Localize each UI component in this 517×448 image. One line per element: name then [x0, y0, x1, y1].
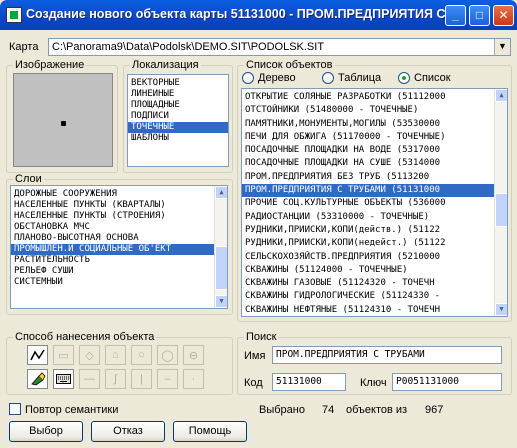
scroll-up-icon[interactable]: ▲ — [215, 186, 227, 199]
localization-item[interactable]: ЛИНЕЙНЫЕ — [128, 89, 228, 100]
circle-tool-icon[interactable]: ○ — [131, 345, 152, 365]
map-label: Карта — [9, 41, 39, 53]
key-label: Ключ — [360, 377, 387, 389]
name-label: Имя — [244, 350, 266, 362]
layers-scrollbar[interactable]: ▲ ▼ — [214, 186, 227, 308]
radio-icon — [242, 72, 254, 84]
keyboard-tool-icon[interactable] — [53, 369, 74, 389]
dot-tool-icon[interactable]: · — [183, 369, 204, 389]
layer-item[interactable]: РЕЛЬЕФ СУШИ — [11, 266, 214, 277]
objects-list[interactable]: ОТКРЫТИЕ СОЛЯНЫЕ РАЗРАБОТКИ (51112000 ОТ… — [241, 88, 508, 317]
localization-item[interactable]: ПЛОЩАДНЫЕ — [128, 100, 228, 111]
select-button[interactable]: Выбор — [9, 421, 83, 442]
total-count: 967 — [425, 404, 444, 416]
vline-tool-icon[interactable]: | — [131, 369, 152, 389]
map-path-value: C:\Panorama9\Data\Podolsk\DEMO.SIT\PODOL… — [52, 41, 325, 53]
maximize-button[interactable]: □ — [469, 5, 490, 26]
object-item[interactable]: ПРОЧИЕ СОЦ.КУЛЬТУРНЫЕ ОБЪЕКТЫ (536000 — [242, 197, 494, 210]
object-item[interactable]: РУДНИКИ,ПРИИСКИ,КОПИ(недейст.) (51122 — [242, 237, 494, 250]
view-tree-label: Дерево — [258, 72, 296, 84]
object-preview — [13, 73, 113, 167]
radio-icon — [322, 72, 334, 84]
layer-item[interactable]: РАСТИТЕЛЬНОСТЬ — [11, 255, 214, 266]
object-item[interactable]: СКВАЖИНЫ ГАЗОВЫЕ (51124320 - ТОЧЕЧН — [242, 277, 494, 290]
chevron-down-icon[interactable]: ▼ — [494, 39, 510, 55]
drawing-method-label: Способ нанесения объекта — [13, 331, 157, 343]
point-symbol-icon — [61, 121, 66, 126]
help-button[interactable]: Помощь — [173, 421, 247, 442]
scroll-down-icon[interactable]: ▼ — [495, 303, 507, 316]
layer-item[interactable]: ДОРОЖНЫЕ СООРУЖЕНИЯ — [11, 189, 214, 200]
close-button[interactable]: ✕ — [493, 5, 514, 26]
template-tool-icon[interactable]: ⊖ — [183, 345, 204, 365]
title-bar[interactable]: Создание нового объекта карты 51131000 -… — [0, 0, 517, 30]
objects-scrollbar[interactable]: ▲ ▼ — [494, 89, 507, 316]
layer-item[interactable]: НАСЕЛЕННЫЕ ПУНКТЫ (КВАРТАЛЫ) — [11, 200, 214, 211]
arrow-tool-icon[interactable]: ⌂ — [105, 345, 126, 365]
object-item[interactable]: ПЕЧИ ДЛЯ ОБЖИГА (51170000 - ТОЧЕЧНЫЕ) — [242, 131, 494, 144]
selected-count: 74 — [322, 404, 335, 416]
localization-item[interactable]: ШАБЛОНЫ — [128, 133, 228, 144]
total-label: объектов из — [346, 404, 408, 416]
code-input[interactable]: 51131000 — [272, 373, 346, 391]
minimize-button[interactable]: _ — [445, 5, 466, 26]
scroll-thumb[interactable] — [495, 193, 507, 227]
curve-tool-icon[interactable]: ∫ — [105, 369, 126, 389]
code-label: Код — [244, 377, 263, 389]
view-table-radio[interactable]: Таблица — [322, 72, 381, 84]
polyline-tool-icon[interactable] — [27, 345, 48, 365]
object-item[interactable]: ПОСАДОЧНЫЕ ПЛОЩАДКИ НА ВОДЕ (5317000 — [242, 144, 494, 157]
localization-item-selected[interactable]: ТОЧЕЧНЫЕ — [128, 122, 228, 133]
search-group-label: Поиск — [244, 331, 279, 343]
localization-list[interactable]: ВЕКТОРНЫЕ ЛИНЕЙНЫЕ ПЛОЩАДНЫЕ ПОДПИСИ ТОЧ… — [127, 74, 229, 167]
localization-group-label: Локализация — [130, 59, 201, 71]
view-tree-radio[interactable]: Дерево — [242, 72, 296, 84]
rhombus-tool-icon[interactable]: ◇ — [79, 345, 100, 365]
dash-tool-icon[interactable]: – — [157, 369, 178, 389]
scroll-thumb[interactable] — [215, 246, 227, 290]
name-input[interactable]: ПРОМ.ПРЕДПРИЯТИЯ С ТРУБАМИ — [272, 346, 502, 364]
selected-label: Выбрано — [259, 404, 305, 416]
object-item[interactable]: ОТКРЫТИЕ СОЛЯНЫЕ РАЗРАБОТКИ (51112000 — [242, 91, 494, 104]
object-item[interactable]: СКВАЖИНЫ ГИДРОЛОГИЧЕСКИЕ (51124330 - — [242, 290, 494, 303]
layer-item[interactable]: ОБСТАНОВКА МЧС — [11, 222, 214, 233]
map-path-combo[interactable]: C:\Panorama9\Data\Podolsk\DEMO.SIT\PODOL… — [48, 38, 511, 56]
app-icon — [6, 7, 22, 23]
window-title: Создание нового объекта карты 51131000 -… — [26, 7, 446, 21]
objects-group-label: Список объектов — [244, 59, 335, 71]
object-item-selected[interactable]: ПРОМ.ПРЕДПРИЯТИЯ С ТРУБАМИ (51131000 — [242, 184, 494, 198]
object-item[interactable]: ПРОМ.ПРЕДПРИЯТИЯ БЕЗ ТРУБ (5113200 — [242, 171, 494, 184]
layer-item-selected[interactable]: ПРОМЫШЛЕН.И СОЦИАЛЬНЫЕ ОБ'ЕКТ — [11, 244, 214, 255]
layer-item[interactable]: НАСЕЛЕННЫЕ ПУНКТЫ (СТРОЕНИЯ) — [11, 211, 214, 222]
view-list-radio[interactable]: Список — [398, 72, 451, 84]
object-item[interactable]: СКВАЖИНЫ (51124000 - ТОЧЕЧНЫЕ) — [242, 264, 494, 277]
view-list-label: Список — [414, 72, 451, 84]
ellipse-tool-icon[interactable]: ◯ — [157, 345, 178, 365]
object-item[interactable]: ПОСАДОЧНЫЕ ПЛОЩАДКИ НА СУШЕ (5314000 — [242, 157, 494, 170]
localization-item[interactable]: ПОДПИСИ — [128, 111, 228, 122]
image-group-label: Изображение — [13, 59, 87, 71]
object-item[interactable]: РАДИОСТАНЦИИ (53310000 - ТОЧЕЧНЫЕ) — [242, 211, 494, 224]
radio-selected-icon — [398, 72, 410, 84]
layer-item[interactable]: ПЛАНОВО-ВЫСОТНАЯ ОСНОВА — [11, 233, 214, 244]
repeat-semantics-label: Повтор семантики — [25, 404, 119, 416]
layer-item[interactable]: СИСТЕМНЫЙ — [11, 277, 214, 288]
localization-item[interactable]: ВЕКТОРНЫЕ — [128, 78, 228, 89]
object-item[interactable]: СКВАЖИНЫ НЕФТЯНЫЕ (51124310 - ТОЧЕЧН — [242, 304, 494, 316]
layers-group-label: Слои — [13, 173, 44, 185]
object-item[interactable]: РУДНИКИ,ПРИИСКИ,КОПИ(действ.) (51122 — [242, 224, 494, 237]
cancel-button[interactable]: Отказ — [91, 421, 165, 442]
digitize-tool-icon[interactable] — [27, 369, 48, 389]
object-item[interactable]: ОТСТОЙНИКИ (51480000 - ТОЧЕЧНЫЕ) — [242, 104, 494, 117]
scroll-down-icon[interactable]: ▼ — [215, 295, 227, 308]
object-item[interactable]: СЕЛЬСКОХОЗЯЙСТВ.ПРЕДПРИЯТИЯ (5210000 — [242, 251, 494, 264]
hline-tool-icon[interactable]: — — [79, 369, 100, 389]
layers-list[interactable]: ДОРОЖНЫЕ СООРУЖЕНИЯ НАСЕЛЕННЫЕ ПУНКТЫ (К… — [10, 185, 228, 309]
scroll-up-icon[interactable]: ▲ — [495, 89, 507, 102]
view-table-label: Таблица — [338, 72, 382, 84]
object-item[interactable]: ПАМЯТНИКИ,МОНУМЕНТЫ,МОГИЛЫ (53530000 — [242, 118, 494, 131]
repeat-semantics-checkbox[interactable] — [9, 403, 21, 415]
rectangle-tool-icon[interactable]: ▭ — [53, 345, 74, 365]
key-input[interactable]: P0051131000 — [392, 373, 502, 391]
